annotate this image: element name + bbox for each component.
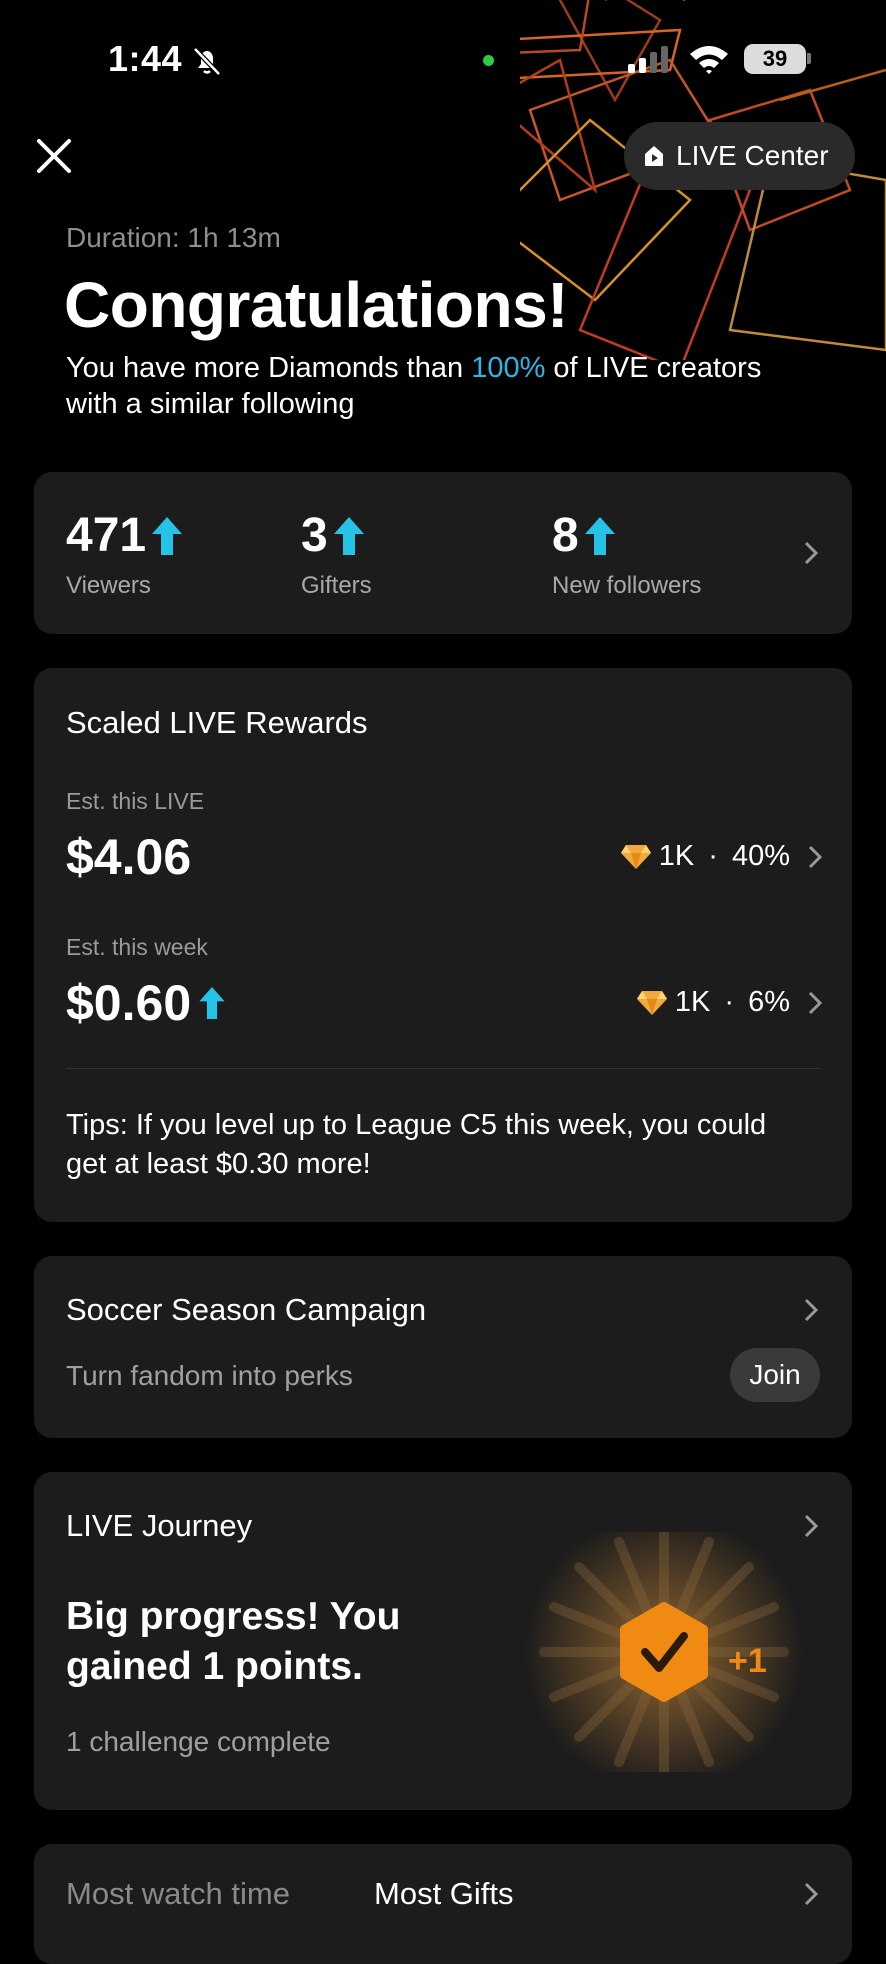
- campaign-title: Soccer Season Campaign: [66, 1292, 427, 1327]
- subtitle-text-start: You have more Diamonds than: [66, 352, 472, 384]
- chevron-right-icon[interactable]: [804, 541, 818, 565]
- privacy-indicator-dot: [483, 55, 494, 66]
- rewards-live-meta[interactable]: 1K · 40%: [620, 840, 822, 873]
- subtitle-highlight: 100%: [471, 352, 546, 384]
- leaderboard-card: Most watch time Most Gifts: [34, 1844, 852, 1964]
- up-arrow-icon: [152, 516, 183, 555]
- campaign-subtitle: Turn fandom into perks: [66, 1360, 353, 1391]
- live-duration: Duration: 1h 13m: [66, 222, 281, 253]
- stat-gifters-label: Gifters: [301, 572, 372, 599]
- live-center-label: LIVE Center: [676, 140, 829, 171]
- page-title: Congratulations!: [64, 269, 568, 341]
- rewards-tips: Tips: If you level up to League C5 this …: [66, 1109, 767, 1180]
- stats-card[interactable]: 471 Viewers 3 Gifters 8 New followers: [34, 472, 852, 634]
- bell-muted-icon: [193, 47, 221, 76]
- rewards-week-amount-row: $0.60: [66, 974, 225, 1032]
- journey-title: LIVE Journey: [66, 1508, 253, 1543]
- stat-viewers: 471: [66, 508, 183, 563]
- up-arrow-icon: [199, 987, 225, 1019]
- rewards-week-meta[interactable]: 1K · 6%: [636, 986, 822, 1019]
- up-arrow-icon: [333, 516, 364, 555]
- rewards-week-diamonds: 1K: [674, 986, 711, 1018]
- check-badge-icon: [620, 1602, 708, 1702]
- rewards-live-percent: 40%: [731, 840, 790, 872]
- diamond-icon: [620, 844, 651, 869]
- rewards-live-label: Est. this LIVE: [66, 788, 205, 814]
- rewards-title: Scaled LIVE Rewards: [66, 705, 368, 740]
- status-time: 1:44: [108, 38, 183, 79]
- live-journey-card[interactable]: LIVE Journey Big progress! You gained 1 …: [34, 1472, 852, 1810]
- journey-subtitle: 1 challenge complete: [66, 1726, 331, 1757]
- wifi-icon: [690, 46, 728, 74]
- diamond-icon: [636, 990, 667, 1015]
- tab-most-watch-time[interactable]: Most watch time: [66, 1876, 290, 1912]
- achievement-badge: [524, 1532, 804, 1772]
- chevron-right-icon: [808, 845, 822, 868]
- up-arrow-icon: [584, 516, 615, 555]
- points-badge: +1: [728, 1642, 767, 1680]
- rewards-week-amount: $0.60: [66, 975, 192, 1031]
- stat-followers-label: New followers: [552, 572, 702, 599]
- separator-dot: ·: [708, 840, 718, 872]
- rewards-week-percent: 6%: [748, 986, 790, 1018]
- separator-dot: ·: [724, 986, 735, 1018]
- stat-gifters: 3: [301, 508, 364, 563]
- battery-tip: [807, 53, 811, 64]
- battery-indicator: 39: [744, 44, 806, 74]
- live-center-button[interactable]: LIVE Center: [624, 122, 855, 190]
- rewards-week-label: Est. this week: [66, 934, 208, 960]
- journey-headline: Big progress! You gained 1 points.: [66, 1595, 401, 1688]
- join-button[interactable]: Join: [730, 1348, 820, 1402]
- chevron-right-icon[interactable]: [804, 1882, 818, 1906]
- rewards-live-amount: $4.06: [66, 829, 192, 885]
- stat-viewers-value: 471: [66, 509, 147, 562]
- divider: [66, 1068, 820, 1069]
- rewards-card: Scaled LIVE Rewards Est. this LIVE $4.06…: [34, 668, 852, 1222]
- rewards-live-diamonds: 1K: [658, 840, 695, 872]
- live-center-icon: [645, 146, 663, 166]
- stat-gifters-value: 3: [301, 509, 328, 562]
- stat-viewers-label: Viewers: [66, 572, 151, 599]
- cellular-signal-icon: [628, 46, 668, 73]
- tab-most-gifts[interactable]: Most Gifts: [374, 1876, 514, 1912]
- campaign-card[interactable]: Soccer Season Campaign Turn fandom into …: [34, 1256, 852, 1438]
- stat-followers: 8: [552, 508, 615, 563]
- close-icon[interactable]: [34, 136, 74, 176]
- chevron-right-icon: [808, 991, 822, 1014]
- page-subtitle: You have more Diamonds than 100% of LIVE…: [66, 350, 786, 422]
- stat-followers-value: 8: [552, 509, 579, 562]
- chevron-right-icon[interactable]: [804, 1298, 818, 1322]
